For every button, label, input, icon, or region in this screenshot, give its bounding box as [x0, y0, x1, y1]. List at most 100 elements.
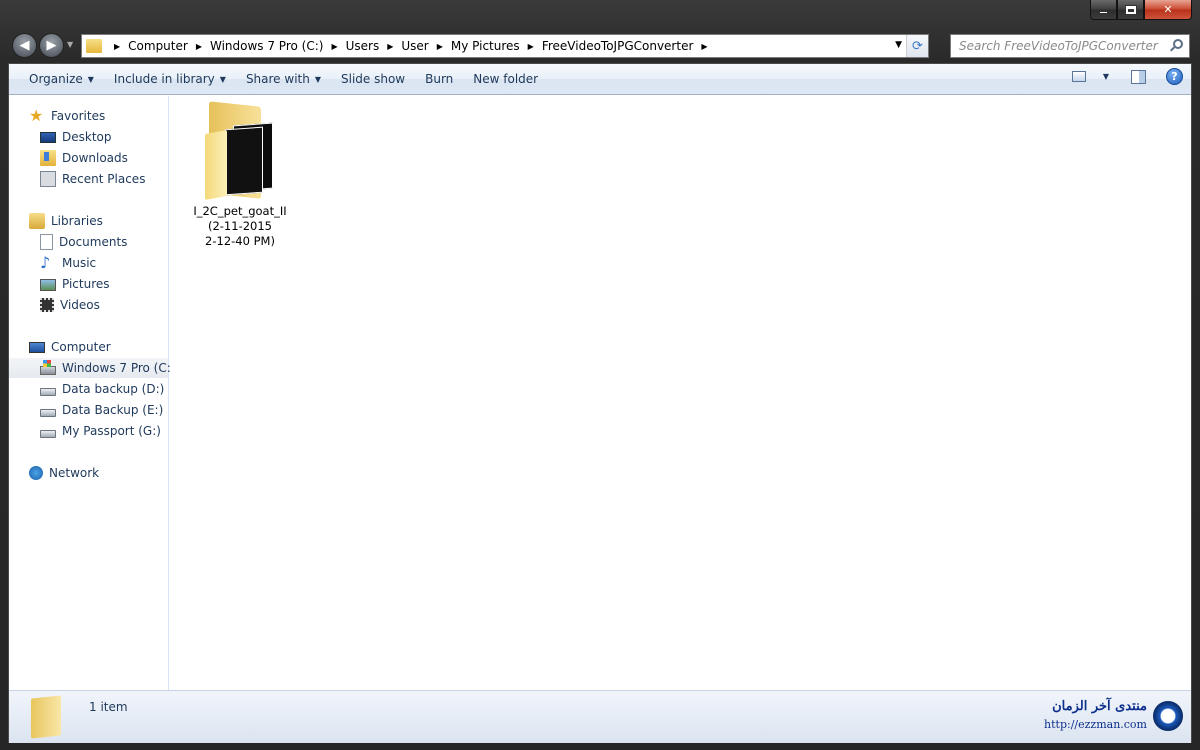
- new-folder-button[interactable]: New folder: [463, 67, 548, 91]
- search-placeholder: Search FreeVideoToJPGConverter: [959, 39, 1158, 53]
- explorer-window: ✕ ◀ ▶ ▼ ▶ Computer ▶ Windows 7 Pro (C:) …: [0, 0, 1200, 750]
- nav-computer[interactable]: Computer: [9, 337, 168, 357]
- breadcrumb-computer[interactable]: Computer: [128, 39, 188, 53]
- videos-icon: [40, 298, 54, 312]
- recent-pages-dropdown[interactable]: ▼: [67, 40, 73, 49]
- recent-places-icon: [40, 171, 56, 187]
- breadcrumb-separator-icon[interactable]: ▶: [387, 42, 393, 51]
- nav-pictures[interactable]: Pictures: [9, 274, 168, 294]
- refresh-icon: ⟳: [912, 38, 923, 54]
- nav-label: Documents: [59, 235, 128, 249]
- nav-label: Downloads: [62, 151, 128, 165]
- folder-icon: [86, 39, 102, 53]
- breadcrumb-separator-icon[interactable]: ▶: [701, 42, 707, 51]
- preview-pane-icon[interactable]: [1131, 69, 1146, 84]
- nav-label: My Passport (G:): [62, 424, 161, 438]
- refresh-button[interactable]: ⟳: [906, 35, 928, 57]
- nav-label: Recent Places: [62, 172, 146, 186]
- breadcrumb-my-pictures[interactable]: My Pictures: [451, 39, 520, 53]
- organize-button[interactable]: Organize ▼: [19, 67, 104, 91]
- folder-item[interactable]: I_2C_pet_goat_II (2-11-2015 2-12-40 PM): [190, 101, 290, 252]
- pictures-icon: [40, 279, 56, 291]
- search-input[interactable]: Search FreeVideoToJPGConverter: [950, 34, 1190, 58]
- change-view-icon[interactable]: [1071, 71, 1086, 82]
- nav-videos[interactable]: Videos: [9, 295, 168, 315]
- breadcrumb-separator-icon[interactable]: ▶: [437, 42, 443, 51]
- folder-name: I_2C_pet_goat_II (2-11-2015 2-12-40 PM): [193, 204, 286, 249]
- watermark-logo-icon: [1153, 701, 1183, 731]
- back-button[interactable]: ◀: [12, 33, 37, 58]
- music-icon: ♪: [40, 253, 51, 272]
- help-icon[interactable]: ?: [1166, 68, 1183, 85]
- maximize-icon: [1124, 4, 1137, 15]
- include-in-library-label: Include in library: [113, 72, 215, 86]
- nav-drive-d[interactable]: Data backup (D:): [9, 379, 168, 399]
- watermark-title: منتدى آخر الزمان: [1052, 699, 1147, 714]
- nav-label: Libraries: [51, 214, 103, 228]
- star-icon: ★: [29, 106, 44, 125]
- nav-recent-places[interactable]: Recent Places: [9, 169, 168, 189]
- search-icon[interactable]: [1173, 39, 1183, 49]
- breadcrumb-current-folder[interactable]: FreeVideoToJPGConverter: [542, 39, 694, 53]
- nav-label: Data Backup (E:): [62, 403, 164, 417]
- nav-drive-c[interactable]: Windows 7 Pro (C:): [9, 358, 175, 378]
- close-button[interactable]: ✕: [1144, 0, 1192, 20]
- nav-network[interactable]: Network: [9, 463, 168, 483]
- file-list[interactable]: I_2C_pet_goat_II (2-11-2015 2-12-40 PM): [170, 96, 1191, 690]
- nav-music[interactable]: ♪ Music: [9, 253, 168, 273]
- breadcrumb-drive-c[interactable]: Windows 7 Pro (C:): [210, 39, 323, 53]
- maximize-button[interactable]: [1117, 0, 1144, 20]
- forward-button[interactable]: ▶: [39, 33, 64, 58]
- folder-icon: [31, 695, 61, 739]
- nav-label: Windows 7 Pro (C:): [62, 361, 176, 375]
- minimize-button[interactable]: [1090, 0, 1117, 20]
- nav-drive-g[interactable]: My Passport (G:): [9, 421, 168, 441]
- nav-libraries[interactable]: Libraries: [9, 211, 168, 231]
- breadcrumb-separator-icon[interactable]: ▶: [114, 42, 120, 51]
- nav-label: Desktop: [62, 130, 112, 144]
- chevron-down-icon: ▼: [219, 74, 226, 84]
- watermark: منتدى آخر الزمان http://ezzman.com: [1013, 697, 1183, 735]
- address-dropdown-icon[interactable]: ▼: [895, 40, 902, 50]
- nav-label: Computer: [51, 340, 111, 354]
- chevron-down-icon: ▼: [314, 74, 321, 84]
- hard-drive-icon: [40, 409, 56, 417]
- item-count: 1 item: [89, 700, 128, 714]
- include-in-library-button[interactable]: Include in library ▼: [104, 67, 236, 91]
- client-area: Organize ▼ Include in library ▼ Share with…: [8, 63, 1192, 743]
- breadcrumb-separator-icon[interactable]: ▶: [528, 42, 534, 51]
- breadcrumb-user[interactable]: User: [401, 39, 428, 53]
- arrow-right-icon: ▶: [46, 38, 57, 53]
- nav-label: Favorites: [51, 109, 106, 123]
- documents-icon: [40, 234, 53, 250]
- view-options-dropdown-icon[interactable]: ▼: [1103, 72, 1109, 81]
- address-bar[interactable]: ▶ Computer ▶ Windows 7 Pro (C:) ▶ Users …: [81, 34, 929, 58]
- folder-name-line: (2-11-2015: [207, 219, 272, 233]
- nav-label: Pictures: [62, 277, 110, 291]
- folder-icon: [205, 101, 275, 200]
- network-icon: [29, 466, 43, 480]
- nav-favorites[interactable]: ★ Favorites: [9, 106, 168, 126]
- nav-label: Music: [62, 256, 97, 270]
- nav-desktop[interactable]: Desktop: [9, 127, 168, 147]
- nav-drive-e[interactable]: Data Backup (E:): [9, 400, 168, 420]
- details-pane: 1 item منتدى آخر الزمان http://ezzman.co…: [9, 690, 1191, 743]
- toolbar-right-group: ▼ ?: [1071, 68, 1183, 85]
- hard-drive-icon: [40, 430, 56, 438]
- navigation-pane: ★ Favorites Desktop Downloads Recent Plac…: [9, 96, 175, 690]
- slide-show-button[interactable]: Slide show: [331, 67, 415, 91]
- folder-name-line: 2-12-40 PM): [205, 234, 275, 248]
- watermark-url: http://ezzman.com: [1044, 718, 1147, 731]
- breadcrumb-separator-icon[interactable]: ▶: [331, 42, 337, 51]
- breadcrumb-users[interactable]: Users: [346, 39, 380, 53]
- nav-documents[interactable]: Documents: [9, 232, 168, 252]
- share-with-button[interactable]: Share with ▼: [236, 67, 331, 91]
- chevron-down-icon: ▼: [87, 74, 94, 84]
- windows-drive-icon: [40, 360, 56, 375]
- nav-downloads[interactable]: Downloads: [9, 148, 168, 168]
- breadcrumb-separator-icon[interactable]: ▶: [196, 42, 202, 51]
- computer-icon: [29, 341, 45, 353]
- organize-label: Organize: [29, 72, 83, 86]
- folder-name-line: I_2C_pet_goat_II: [193, 204, 287, 218]
- burn-button[interactable]: Burn: [415, 67, 463, 91]
